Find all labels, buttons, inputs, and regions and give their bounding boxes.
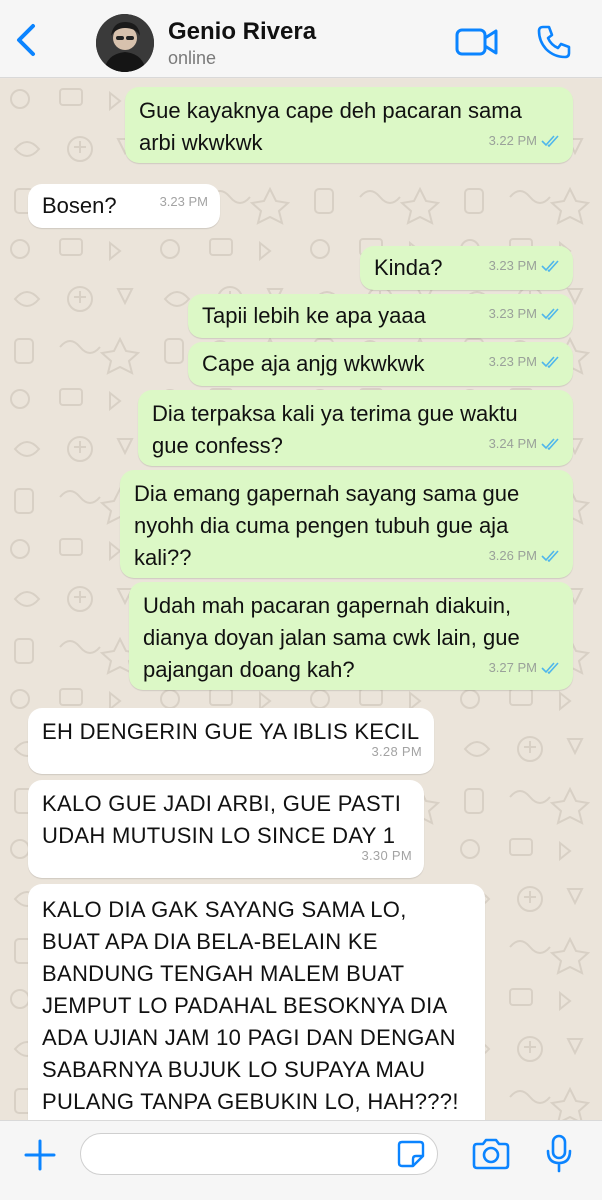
- microphone-button[interactable]: [544, 1133, 574, 1175]
- attach-button[interactable]: [20, 1135, 60, 1175]
- message-input[interactable]: [80, 1133, 438, 1175]
- message-outgoing[interactable]: Kinda? 3.23 PM: [360, 246, 573, 290]
- sticker-icon: [397, 1140, 425, 1168]
- message-time: 3.23 PM: [488, 258, 537, 273]
- chat-header: Genio Rivera online: [0, 0, 602, 78]
- message-time: 3.23 PM: [488, 354, 537, 369]
- message-meta: 3.23 PM: [489, 298, 561, 330]
- message-meta: 3.23 PM: [160, 186, 208, 218]
- message-input-bar: [0, 1120, 602, 1200]
- read-ticks-icon: [541, 438, 559, 450]
- message-incoming[interactable]: Bosen? 3.23 PM: [28, 184, 220, 228]
- message-outgoing[interactable]: Dia emang gapernah sayang sama gue nyohh…: [120, 470, 573, 578]
- read-ticks-icon: [541, 135, 559, 147]
- message-time: 3.27 PM: [488, 660, 537, 675]
- message-time: 3.26 PM: [488, 548, 537, 563]
- message-meta: 3.24 PM: [489, 428, 561, 460]
- message-text: KALO GUE JADI ARBI, GUE PASTI UDAH MUTUS…: [42, 791, 402, 848]
- message-meta: 3.27 PM: [489, 652, 561, 684]
- message-time: 3.22 PM: [488, 133, 537, 148]
- video-call-button[interactable]: [454, 24, 500, 60]
- contact-name[interactable]: Genio Rivera: [168, 18, 316, 46]
- message-time: 3.23 PM: [488, 306, 537, 321]
- chevron-left-icon: [17, 24, 35, 56]
- voice-call-button[interactable]: [534, 22, 574, 62]
- back-button[interactable]: [8, 20, 44, 60]
- message-time: 3.24 PM: [488, 436, 537, 451]
- read-ticks-icon: [541, 308, 559, 320]
- camera-button[interactable]: [470, 1137, 512, 1171]
- message-meta: 3.23 PM: [489, 250, 561, 282]
- message-incoming[interactable]: KALO DIA GAK SAYANG SAMA LO, BUAT APA DI…: [28, 884, 485, 1120]
- message-time: 3.28 PM: [371, 744, 422, 759]
- chat-area[interactable]: Gue kayaknya cape deh pacaran sama arbi …: [0, 79, 602, 1120]
- microphone-icon: [546, 1134, 572, 1173]
- avatar-image: [96, 14, 154, 72]
- message-meta: 3.23 PM: [489, 346, 561, 378]
- avatar[interactable]: [96, 14, 154, 72]
- message-outgoing[interactable]: Tapii lebih ke apa yaaa 3.23 PM: [188, 294, 573, 338]
- message-outgoing[interactable]: Gue kayaknya cape deh pacaran sama arbi …: [125, 87, 573, 163]
- message-time: 3.23 PM: [159, 194, 208, 209]
- read-ticks-icon: [541, 260, 559, 272]
- message-incoming[interactable]: EH DENGERIN GUE YA IBLIS KECIL 3.28 PM: [28, 708, 434, 774]
- read-ticks-icon: [541, 662, 559, 674]
- message-text: EH DENGERIN GUE YA IBLIS KECIL: [42, 719, 420, 744]
- camera-icon: [472, 1138, 510, 1170]
- message-outgoing[interactable]: Dia terpaksa kali ya terima gue waktu gu…: [138, 390, 573, 466]
- message-meta: 3.28 PM: [371, 736, 422, 768]
- message-time: 3.30 PM: [361, 848, 412, 863]
- plus-icon: [24, 1139, 56, 1171]
- read-ticks-icon: [541, 550, 559, 562]
- message-outgoing[interactable]: Udah mah pacaran gapernah diakuin, diany…: [129, 582, 573, 690]
- message-meta: 3.30 PM: [361, 840, 412, 872]
- message-meta: 3.22 PM: [489, 125, 561, 157]
- video-camera-icon: [455, 28, 498, 56]
- sticker-button[interactable]: [396, 1139, 426, 1169]
- read-ticks-icon: [541, 356, 559, 368]
- phone-icon: [537, 25, 571, 59]
- message-text: KALO DIA GAK SAYANG SAMA LO, BUAT APA DI…: [42, 897, 459, 1114]
- message-outgoing[interactable]: Cape aja anjg wkwkwk 3.23 PM: [188, 342, 573, 386]
- message-incoming[interactable]: KALO GUE JADI ARBI, GUE PASTI UDAH MUTUS…: [28, 780, 424, 878]
- contact-status: online: [168, 48, 217, 68]
- message-meta: 3.26 PM: [489, 540, 561, 572]
